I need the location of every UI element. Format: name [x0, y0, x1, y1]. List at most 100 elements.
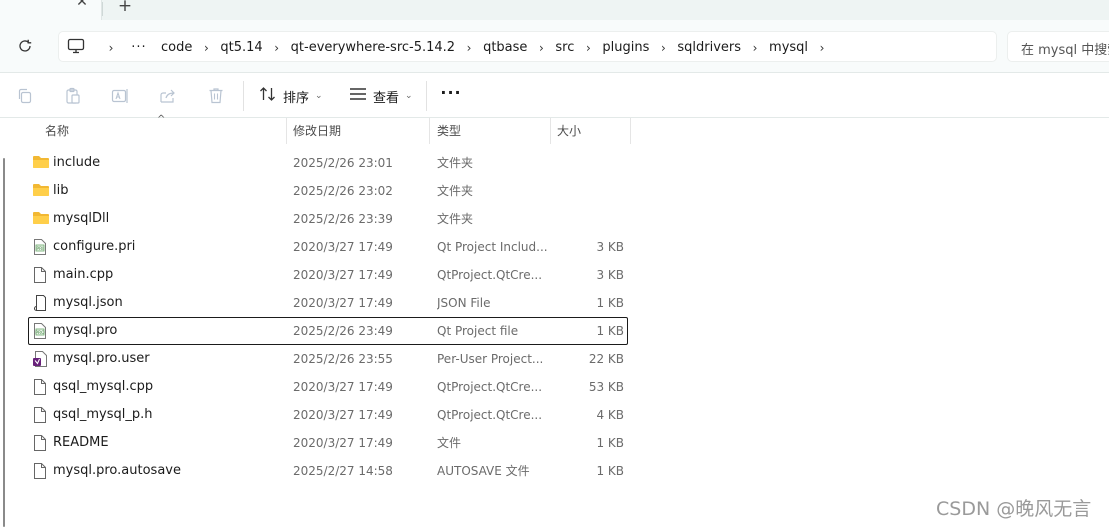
scrollbar[interactable]: [0, 158, 8, 527]
watermark: CSDN @晚风无言: [936, 498, 1092, 520]
monitor-icon[interactable]: [67, 38, 87, 56]
file-name: qsql_mysql_p.h: [53, 407, 153, 422]
scrollbar-thumb[interactable]: [3, 158, 5, 527]
column-divider[interactable]: [429, 118, 430, 144]
chevron-right-icon[interactable]: ›: [649, 41, 677, 55]
file-modified-date: 2020/3/27 17:49: [293, 240, 393, 254]
chevron-right-icon[interactable]: ›: [97, 41, 125, 55]
file-name: configure.pri: [53, 239, 136, 254]
file-name: qsql_mysql.cpp: [53, 379, 154, 394]
search-input[interactable]: 在 mysql 中搜索: [1007, 31, 1109, 62]
file-name: mysql.pro.autosave: [53, 463, 181, 478]
breadcrumb-item[interactable]: code: [161, 40, 192, 55]
column-header-type[interactable]: 类型: [437, 118, 461, 144]
file-type: 文件夹: [437, 156, 474, 170]
file-size: 3 KB: [596, 268, 624, 282]
toolbar-divider: [243, 81, 244, 111]
breadcrumb-item[interactable]: qt-everywhere-src-5.14.2: [291, 40, 455, 55]
file-row[interactable]: main.cpp 2020/3/27 17:49 QtProject.QtCre..…: [28, 261, 628, 289]
breadcrumb-item[interactable]: qtbase: [483, 40, 527, 55]
file-modified-date: 2025/2/26 23:01: [293, 156, 393, 170]
share-icon[interactable]: [158, 86, 178, 106]
breadcrumb-item[interactable]: plugins: [602, 40, 649, 55]
file-row[interactable]: lib 2025/2/26 23:02 文件夹: [28, 177, 628, 205]
file-icon: [32, 434, 50, 452]
file-modified-date: 2020/3/27 17:49: [293, 436, 393, 450]
file-size: 1 KB: [596, 464, 624, 478]
file-list-pane: ^ 名称 修改日期 类型 大小 include 2025/2/26 23:01 文件…: [0, 114, 1109, 527]
chevron-right-icon[interactable]: ›: [808, 41, 836, 55]
file-modified-date: 2020/3/27 17:49: [293, 268, 393, 282]
pro-file-icon: PRO: [32, 322, 50, 340]
chevron-right-icon[interactable]: ›: [741, 41, 769, 55]
copy-icon[interactable]: [15, 86, 35, 106]
rename-icon[interactable]: [110, 86, 130, 106]
vs-file-icon: [32, 350, 50, 368]
file-name: mysqlDll: [53, 211, 110, 226]
file-modified-date: 2020/3/27 17:49: [293, 296, 393, 310]
column-header-size[interactable]: 大小: [557, 118, 581, 144]
refresh-icon[interactable]: [15, 36, 35, 56]
chevron-right-icon[interactable]: ›: [527, 41, 555, 55]
file-size: 53 KB: [588, 380, 624, 394]
file-name: main.cpp: [53, 267, 114, 282]
svg-text:PRO: PRO: [35, 330, 45, 336]
tab-close-icon[interactable]: ✕: [74, 0, 90, 10]
file-icon: [32, 378, 50, 396]
breadcrumb-item[interactable]: mysql: [769, 40, 808, 55]
sort-button[interactable]: 排序 ⌄: [259, 83, 323, 109]
file-row[interactable]: mysqlDll 2025/2/26 23:39 文件夹: [28, 205, 628, 233]
file-row[interactable]: qsql_mysql_p.h 2020/3/27 17:49 QtProject.Q…: [28, 401, 628, 429]
file-modified-date: 2025/2/26 23:02: [293, 184, 393, 198]
address-bar[interactable]: › ··· code › qt5.14 › qt-everywhere-src-5.14.2…: [58, 31, 997, 62]
file-row[interactable]: mysql.pro.autosave 2025/2/27 14:58 AUTOSAV…: [28, 457, 628, 485]
column-divider[interactable]: [286, 118, 287, 144]
breadcrumb: › ··· code › qt5.14 › qt-everywhere-src-5.14.2…: [97, 32, 836, 63]
file-name: include: [53, 155, 101, 170]
file-type: 文件夹: [437, 212, 474, 226]
file-row[interactable]: PRI configure.pri 2020/3/27 17:49 Qt Projec…: [28, 233, 628, 261]
file-row[interactable]: mysql.pro.user 2025/2/26 23:55 Per-User Pr…: [28, 345, 628, 373]
delete-icon[interactable]: [206, 86, 226, 106]
file-type: Qt Project file: [437, 324, 519, 338]
chevron-right-icon[interactable]: ›: [455, 41, 483, 55]
column-header-date[interactable]: 修改日期: [293, 118, 341, 144]
chevron-right-icon[interactable]: ›: [263, 41, 291, 55]
file-row[interactable]: PRO mysql.pro 2025/2/26 23:49 Qt Project fi…: [28, 317, 628, 345]
more-options-button[interactable]: ···: [440, 84, 462, 106]
view-icon: [349, 87, 367, 105]
paste-icon[interactable]: [63, 86, 83, 106]
new-tab-button[interactable]: +: [117, 0, 133, 15]
file-row[interactable]: mysql.json 2020/3/27 17:49 JSON File 1 KB: [28, 289, 628, 317]
file-name: mysql.pro.user: [53, 351, 150, 366]
sort-ascending-icon: ^: [157, 114, 166, 125]
chevron-right-icon[interactable]: ›: [574, 41, 602, 55]
address-row: › ··· code › qt5.14 › qt-everywhere-src-5.14.2…: [0, 20, 1109, 72]
column-header-name[interactable]: 名称: [45, 118, 69, 144]
file-size: 1 KB: [596, 436, 624, 450]
file-modified-date: 2025/2/26 23:55: [293, 352, 393, 366]
column-divider[interactable]: [550, 118, 551, 144]
breadcrumb-item[interactable]: sqldrivers: [677, 40, 741, 55]
chevron-right-icon[interactable]: ›: [192, 41, 220, 55]
breadcrumb-overflow-button[interactable]: ···: [125, 40, 153, 55]
file-name: lib: [53, 183, 69, 198]
view-button[interactable]: 查看 ⌄: [349, 83, 413, 109]
file-name: README: [53, 435, 109, 450]
tab-divider: [102, 2, 103, 16]
breadcrumb-item[interactable]: src: [555, 40, 574, 55]
search-placeholder: 在 mysql 中搜索: [1021, 43, 1109, 58]
file-size: 22 KB: [588, 352, 624, 366]
column-headers: ^ 名称 修改日期 类型 大小: [0, 114, 640, 144]
column-divider[interactable]: [630, 118, 631, 144]
file-rows: include 2025/2/26 23:01 文件夹 lib 2025/2/26 23…: [28, 149, 628, 485]
file-row[interactable]: README 2020/3/27 17:49 文件 1 KB: [28, 429, 628, 457]
file-row[interactable]: include 2025/2/26 23:01 文件夹: [28, 149, 628, 177]
active-tab[interactable]: ✕: [0, 0, 102, 20]
pri-file-icon: PRI: [32, 238, 50, 256]
file-size: 4 KB: [596, 408, 624, 422]
breadcrumb-item[interactable]: qt5.14: [220, 40, 262, 55]
file-row[interactable]: qsql_mysql.cpp 2020/3/27 17:49 QtProject.Q…: [28, 373, 628, 401]
tab-strip: ✕ +: [0, 0, 1109, 20]
folder-icon: [32, 182, 50, 200]
